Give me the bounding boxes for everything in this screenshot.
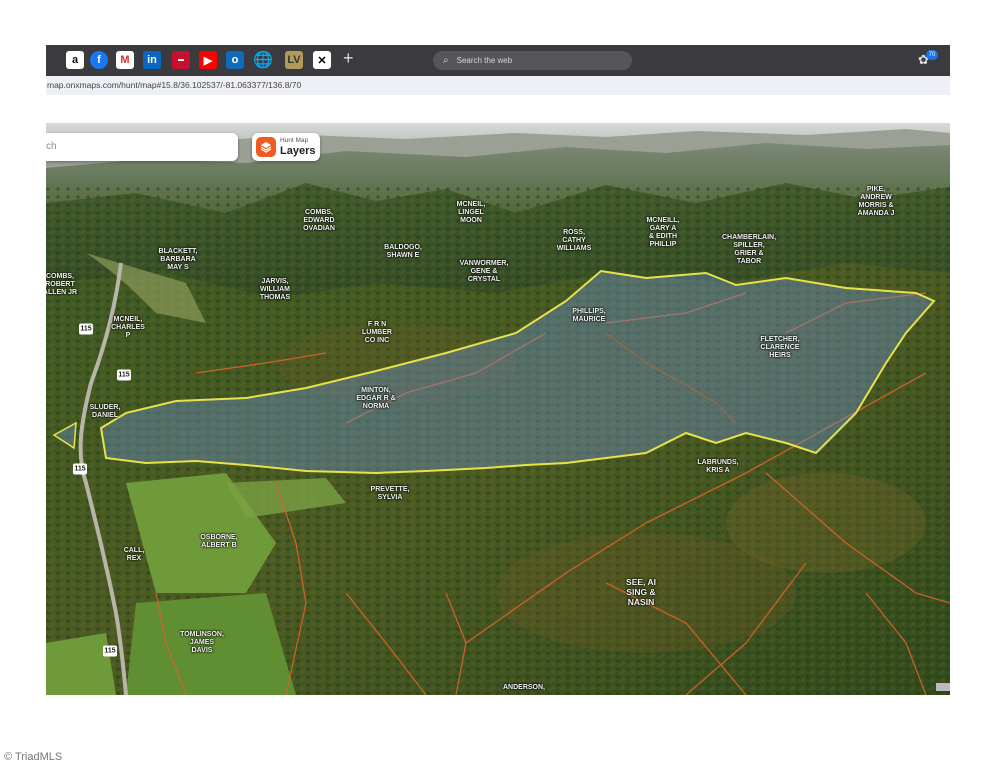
new-tab-button[interactable]: +	[343, 48, 354, 69]
globe-icon[interactable]: 🌐	[253, 51, 273, 69]
parcel-label: CALL, REX	[123, 547, 145, 562]
layers-label: Layers	[280, 145, 316, 157]
parcel-label: ROSS, CATHY WILLIAMS	[556, 229, 592, 252]
address-bar[interactable]: map.onxmaps.com/hunt/map#15.8/36.102537/…	[46, 76, 950, 95]
news-icon[interactable]: ▬	[172, 51, 190, 69]
parcel-label: OSBORNE, ALBERT B	[200, 534, 238, 549]
parcel-label: CHAMBERLAIN, SPILLER, GRIER & TABOR	[721, 234, 777, 265]
youtube-icon[interactable]: ▶	[199, 51, 217, 69]
parcel-label: VANWORMER, GENE & CRYSTAL	[459, 260, 509, 283]
parcel-label: LABRUNDS, KRIS A	[697, 459, 739, 474]
layers-caption: Hunt Map	[280, 137, 309, 144]
notification-badge: 70	[926, 50, 938, 60]
parcel-label: PREVETTE, SYLVIA	[370, 486, 410, 501]
route-shield: 115	[117, 369, 131, 381]
layers-icon	[256, 137, 276, 157]
aerial-terrain	[46, 123, 950, 695]
parcel-label: BLACKETT, BARBARA MAY S	[158, 248, 198, 271]
copyright-watermark: © TriadMLS	[4, 751, 63, 763]
screenshot-frame: a f M in ▬ ▶ o 🌐 LV ✕ + ⌕ Search the web…	[46, 45, 950, 695]
x-icon[interactable]: ✕	[313, 51, 331, 69]
route-shield: 115	[73, 463, 87, 475]
linkedin-icon[interactable]: in	[143, 51, 161, 69]
parcel-label: FLETCHER, CLARENCE HEIRS	[760, 336, 800, 359]
facebook-icon[interactable]: f	[90, 51, 108, 69]
parcel-label: ANDERSON,	[502, 684, 546, 691]
parcel-label: MCNEIL, CHARLES P	[111, 316, 145, 339]
parcel-label: BALDOGO, SHAWN E	[384, 244, 422, 259]
parcel-label: MCNEILL, GARY A & EDITH PHILLIP	[646, 217, 680, 248]
layers-button[interactable]: Hunt Map Layers	[252, 133, 320, 161]
web-search-placeholder: Search the web	[456, 56, 513, 65]
parcel-label: MCNEIL, LINGEL MOON	[456, 201, 486, 224]
web-search-box[interactable]: ⌕ Search the web	[433, 51, 632, 70]
map-search-input[interactable]: ch	[46, 133, 238, 161]
amazon-icon[interactable]: a	[66, 51, 84, 69]
parcel-label: PIKE, ANDREW MORRIS & AMANDA J	[857, 186, 895, 217]
map-view[interactable]: ch Hunt Map Layers PHILLIPS, MAURICE FLE…	[46, 123, 950, 695]
parcel-label: COMBS, ROBERT ALLEN JR	[46, 273, 78, 296]
route-shield: 115	[103, 645, 117, 657]
parcel-label: SEE, AI SING & NASIN	[626, 577, 656, 607]
route-shield: 115	[79, 323, 93, 335]
outlook-icon[interactable]: o	[226, 51, 244, 69]
parcel-label: PHILLIPS, MAURICE	[572, 308, 606, 323]
page-spacer	[46, 95, 950, 123]
search-icon: ⌕	[443, 55, 449, 66]
gmail-icon[interactable]: M	[116, 51, 134, 69]
parcel-label: MINTON, EDGAR R & NORMA	[356, 387, 396, 410]
notebook-icon[interactable]: LV	[285, 51, 303, 69]
parcel-label: SLUDER, DANIEL	[89, 404, 121, 419]
parcel-label: JARVIS, WILLIAM THOMAS	[259, 278, 291, 301]
parcel-label: F R N LUMBER CO INC	[362, 321, 392, 344]
parcel-label: COMBS, EDWARD OVADIAN	[303, 209, 335, 232]
map-search-text: ch	[46, 141, 57, 152]
browser-toolbar: a f M in ▬ ▶ o 🌐 LV ✕ + ⌕ Search the web…	[46, 45, 950, 76]
parcel-label: TOMLINSON, JAMES DAVIS	[180, 631, 224, 654]
